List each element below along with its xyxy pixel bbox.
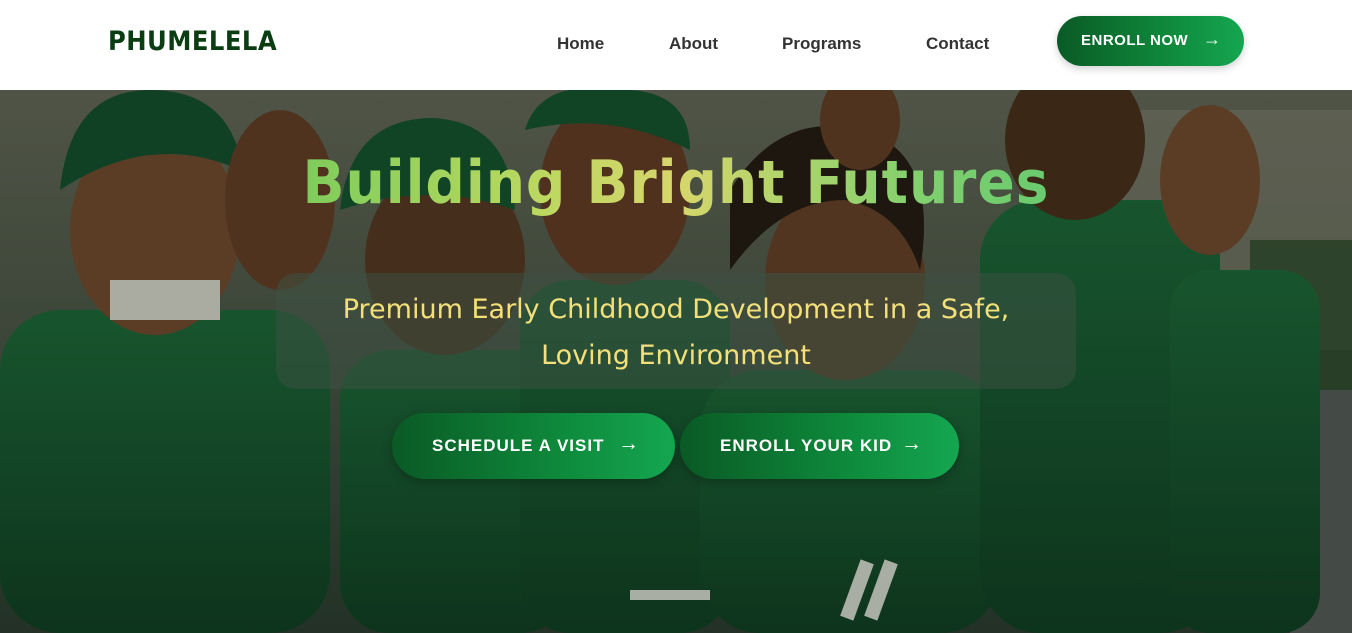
nav-programs-link[interactable]: Programs: [782, 34, 861, 54]
schedule-visit-button[interactable]: SCHEDULE A VISIT →: [392, 413, 675, 479]
enroll-now-label: ENROLL NOW: [1081, 32, 1189, 49]
arrow-right-icon: →: [901, 432, 922, 455]
enroll-kid-button[interactable]: ENROLL YOUR KID →: [680, 413, 959, 479]
hero-title: Building Bright Futures: [54, 148, 1298, 218]
nav-contact-link[interactable]: Contact: [926, 34, 989, 54]
hero-section: Building Bright Futures Premium Early Ch…: [0, 90, 1352, 633]
landing-page: PHUMELELA Home About Programs Contact EN…: [0, 0, 1352, 633]
hero-subtitle-line1: Premium Early Childhood Development in a…: [342, 294, 1010, 325]
nav-home-link[interactable]: Home: [557, 34, 604, 54]
hero-subtitle-box: Premium Early Childhood Development in a…: [276, 273, 1076, 389]
nav-about-link[interactable]: About: [669, 34, 718, 54]
hero-subtitle-line2: Loving Environment: [541, 340, 811, 371]
hero-subtitle: Premium Early Childhood Development in a…: [276, 287, 1076, 379]
arrow-right-icon: →: [618, 432, 639, 455]
schedule-visit-label: SCHEDULE A VISIT: [432, 436, 605, 455]
enroll-now-button[interactable]: ENROLL NOW →: [1057, 16, 1244, 66]
arrow-right-icon: →: [1203, 29, 1221, 49]
site-header: PHUMELELA Home About Programs Contact EN…: [0, 0, 1352, 90]
enroll-kid-label: ENROLL YOUR KID: [720, 436, 893, 455]
